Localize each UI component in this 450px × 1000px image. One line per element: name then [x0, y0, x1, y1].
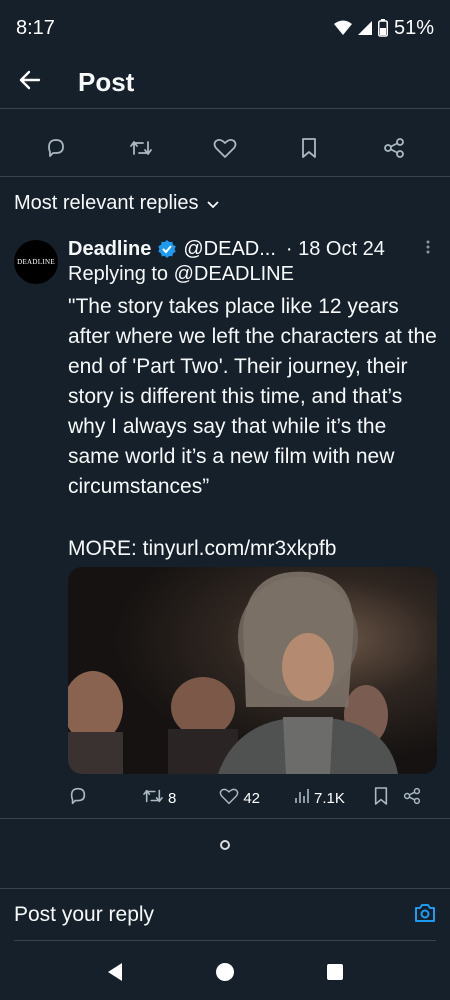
wifi-icon [333, 20, 352, 36]
battery-percent: 51% [393, 16, 434, 39]
top-bar: Post [0, 56, 450, 108]
post-date: · 18 Oct 24 [285, 237, 385, 260]
loading-indicator [220, 840, 230, 850]
views-count: 7.1K [314, 789, 345, 807]
retweet-button[interactable] [121, 130, 161, 170]
like-button[interactable] [205, 130, 245, 170]
share-icon [403, 787, 421, 809]
nav-recents-icon[interactable] [326, 963, 344, 986]
reply-sort-selector[interactable]: Most relevant replies [14, 186, 219, 220]
reply-views-button[interactable]: 7.1K [294, 788, 345, 808]
author-handle[interactable]: @DEAD... [183, 238, 276, 261]
avatar-logo-text: DEADLINE [17, 258, 55, 266]
share-button[interactable] [374, 130, 414, 170]
scene-illustration [68, 567, 437, 774]
reply-action-bar: 8 42 7.1K [68, 784, 440, 812]
reply-share-button[interactable] [403, 787, 421, 809]
divider [0, 176, 450, 177]
system-nav-bar [0, 948, 450, 1000]
share-icon [383, 137, 405, 164]
retweet-icon [129, 138, 153, 163]
reply-button[interactable] [36, 130, 76, 170]
bookmark-button[interactable] [289, 130, 329, 170]
nav-back-icon[interactable] [106, 962, 124, 987]
reply-like-button[interactable]: 42 [219, 787, 260, 809]
signal-icon [357, 20, 372, 36]
nav-home-icon[interactable] [215, 962, 235, 987]
reply-composer[interactable]: Post your reply [0, 890, 450, 940]
bookmark-icon [300, 137, 318, 164]
views-icon [294, 788, 310, 808]
page-title: Post [78, 66, 135, 97]
like-count: 42 [243, 789, 261, 807]
reply-input[interactable]: Post your reply [14, 903, 154, 927]
reply-text: "The story takes place like 12 years aft… [68, 295, 443, 498]
like-icon [219, 787, 239, 809]
reply-bookmark-button[interactable] [373, 786, 389, 810]
divider [0, 818, 450, 819]
post-image[interactable] [68, 567, 437, 774]
chevron-down-icon [206, 192, 219, 215]
composer-underline [14, 940, 436, 941]
like-icon [213, 137, 237, 164]
camera-icon[interactable] [414, 903, 436, 928]
verified-icon [157, 239, 177, 259]
back-button[interactable] [0, 56, 60, 108]
status-bar: 8:17 51% [0, 0, 450, 56]
replying-to: Replying to @DEADLINE [68, 263, 294, 285]
more-icon[interactable] [426, 238, 430, 261]
reply-retweet-button[interactable]: 8 [142, 787, 176, 809]
reply-header: Deadline @DEAD... · 18 Oct 24 [68, 234, 440, 264]
reply-icon [68, 786, 88, 810]
status-time: 8:17 [16, 16, 55, 39]
reply-link[interactable]: MORE: tinyurl.com/mr3xkpfb [68, 534, 336, 564]
status-icons: 51% [333, 16, 434, 40]
divider [0, 888, 450, 889]
retweet-icon [142, 787, 164, 809]
sort-label: Most relevant replies [14, 191, 199, 214]
reply-reply-button[interactable] [68, 786, 88, 810]
avatar[interactable]: DEADLINE [14, 240, 58, 284]
reply-icon [45, 137, 67, 164]
back-arrow-icon [19, 70, 41, 95]
retweet-count: 8 [168, 789, 177, 807]
divider [0, 108, 450, 109]
bookmark-icon [373, 786, 389, 810]
post-action-bar [0, 126, 450, 174]
author-name[interactable]: Deadline [68, 238, 151, 261]
battery-icon [377, 19, 388, 37]
